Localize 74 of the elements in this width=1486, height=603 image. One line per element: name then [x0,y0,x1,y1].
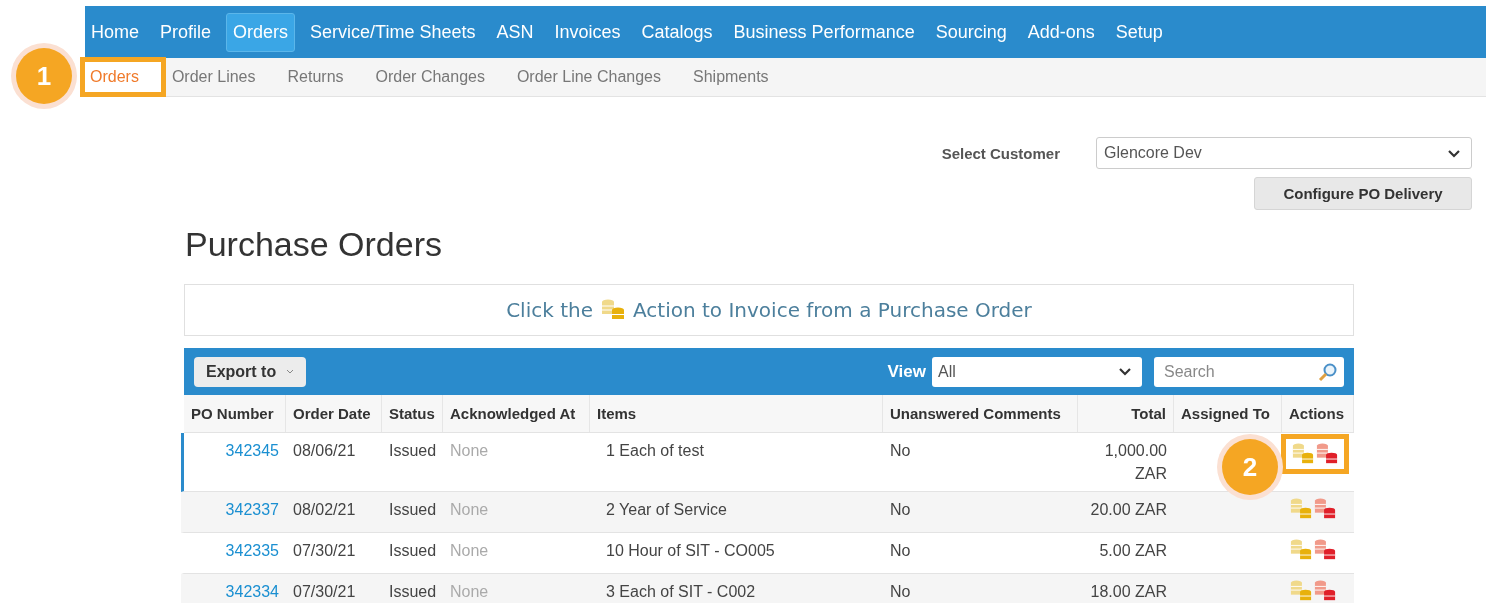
table-cell: No [890,542,911,559]
nav-tab[interactable]: Catalogs [635,13,719,51]
table-cell: None [450,542,489,559]
nav-tab[interactable]: Orders [226,12,296,52]
column-header[interactable]: PO Number [184,395,286,432]
chevron-down-icon [1447,148,1461,158]
table-cell: None [450,501,489,518]
search-icon [1318,361,1338,382]
column-header[interactable]: Actions [1282,395,1354,432]
po-number-link[interactable]: 342334 [225,583,279,600]
table-cell: No [890,583,911,600]
table-row[interactable]: 342337 08/02/21 Issued None 2 Year of Service No 20.00 ZAR [181,492,1354,533]
table-cell: 20.00 ZAR [1090,501,1167,518]
nav-tab[interactable]: ASN [490,13,540,51]
column-header[interactable]: Total [1078,395,1174,432]
table-cell: Issued [389,501,437,518]
nav-tab[interactable]: Invoices [548,13,627,51]
banner-text: Click the [506,298,593,322]
nav-tab[interactable]: Sourcing [929,13,1013,51]
table-cell: No [890,501,911,518]
column-header[interactable]: Assigned To [1174,395,1282,432]
configure-po-delivery-button[interactable]: Configure PO Delivery [1254,177,1472,210]
banner-text: Action to Invoice from a Purchase Order [633,298,1032,322]
page-title: Purchase Orders [185,224,443,264]
nav-tab[interactable]: Setup [1109,13,1169,51]
sub-nav-tab[interactable]: Order Changes [370,62,490,92]
nav-tab[interactable]: Home [85,13,145,51]
sub-nav-tab[interactable]: Order Line Changes [511,62,666,92]
caret-icon [286,368,295,375]
nav-tab[interactable]: Add-ons [1021,13,1101,51]
table-cell: 08/02/21 [293,501,356,518]
nav-tab[interactable]: Service/Time Sheets [304,13,482,51]
coins-icon[interactable] [1316,443,1338,465]
view-label: View [887,361,926,382]
table-row[interactable]: 342334 07/30/21 Issued None 3 Each of SIT - C002 No 18.00 ZAR [181,574,1354,603]
sub-nav-tab[interactable]: Order Lines [166,62,261,92]
coins-icon [601,299,625,321]
column-header[interactable]: Status [382,395,443,432]
table-cell: Issued [389,583,437,600]
export-button[interactable]: Export to [194,356,307,387]
column-header[interactable]: Acknowledged At [443,395,590,432]
table-cell: 07/30/21 [293,542,356,559]
table-cell: 07/30/21 [293,583,356,600]
column-header[interactable]: Unanswered Comments [883,395,1078,432]
chevron-down-icon [1118,367,1132,376]
table-cell: No [890,442,911,459]
po-number-link[interactable]: 342335 [225,542,279,559]
po-number-link[interactable]: 342337 [225,501,279,518]
coins-icon[interactable] [1314,498,1336,520]
sub-nav-tab[interactable]: Returns [282,62,349,92]
nav-tab[interactable]: Business Performance [727,13,921,51]
table-cell: 10 Hour of SIT - CO005 [606,542,775,559]
view-dropdown[interactable]: All [932,356,1142,387]
table-cell: 3 Each of SIT - C002 [606,583,756,600]
po-number-link[interactable]: 342345 [225,442,279,459]
column-header[interactable]: Order Date [286,395,382,432]
nav-tab[interactable]: Profile [154,13,218,51]
table-cell: 18.00 ZAR [1090,583,1167,600]
coins-icon[interactable] [1314,539,1336,561]
table-cell: 1,000.00 ZAR [1104,442,1167,482]
table-cell: 5.00 ZAR [1099,542,1167,559]
table-cell: None [450,442,489,459]
column-header[interactable]: Items [590,395,883,432]
table-cell: Issued [389,542,437,559]
customer-dropdown[interactable]: Glencore Dev [1096,137,1472,169]
table-cell: 1 Each of test [606,442,704,459]
table-cell: Issued [389,442,437,459]
coins-icon[interactable] [1314,580,1336,602]
table-cell: 2 Year of Service [606,501,727,518]
select-customer-label: Select Customer [941,144,1060,162]
search-field[interactable]: Search [1154,356,1344,387]
sub-nav-tab[interactable]: Shipments [688,62,774,92]
table-cell: None [450,583,489,600]
table-cell: 08/06/21 [293,442,356,459]
